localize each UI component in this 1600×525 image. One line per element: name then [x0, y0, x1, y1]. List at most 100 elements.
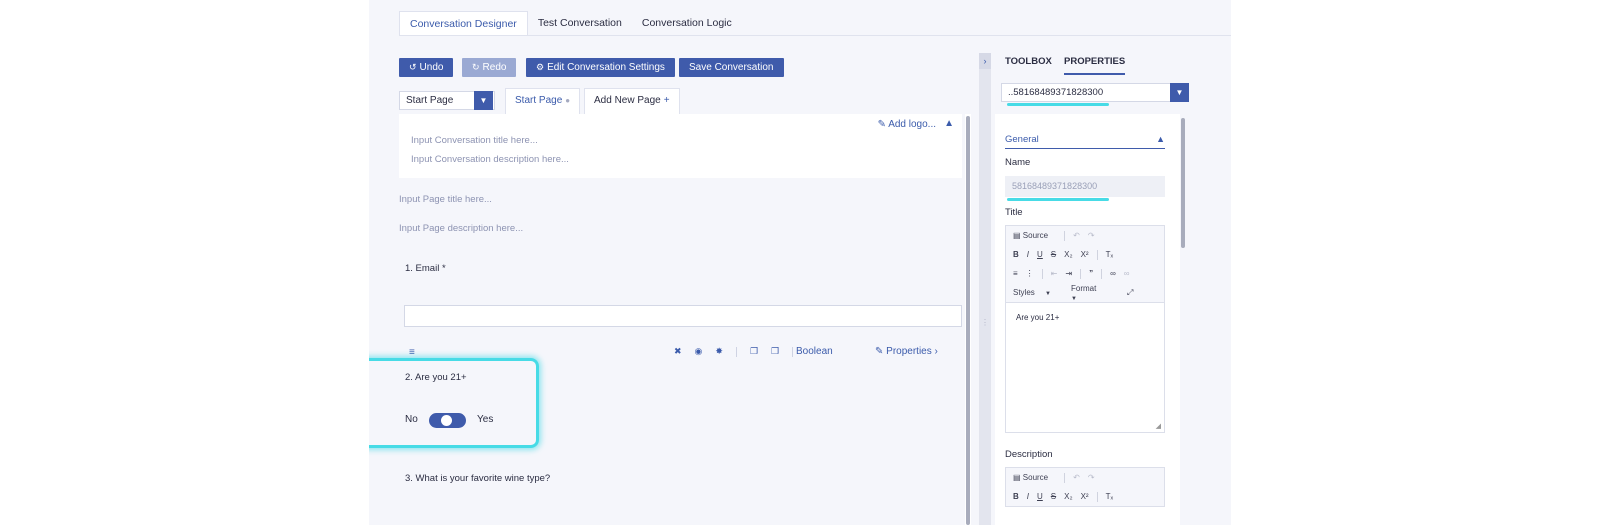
close-icon[interactable]: ● [565, 96, 570, 105]
redo-icon: ↻ [472, 62, 480, 72]
subscript-icon[interactable]: X₂ [1064, 250, 1072, 259]
editor-toolbar-row: Styles ▼ Format ▼ ⤢ [1006, 283, 1164, 302]
main-scrollbar[interactable] [966, 116, 970, 525]
source-button[interactable]: ▤ Source [1013, 231, 1056, 240]
question-properties-button[interactable]: ✎ Properties › [875, 346, 938, 357]
toolbar-divider [1096, 491, 1098, 502]
source-label: Source [1022, 231, 1049, 240]
editor-toolbar-row: ▤ Source ↶ ↷ [1006, 226, 1164, 245]
element-select[interactable]: ..58168489371828300 [1001, 83, 1171, 102]
toolbar-divider [1064, 230, 1066, 241]
title-label: Title [1005, 207, 1023, 218]
section-general-header[interactable]: General ▲ [1005, 134, 1165, 149]
email-field[interactable] [404, 305, 962, 327]
source-button[interactable]: ▤ Source [1013, 473, 1056, 482]
maximize-icon[interactable]: ⤢ [1127, 288, 1133, 298]
eye-icon[interactable]: ◉ [695, 346, 703, 357]
undo-icon[interactable]: ↶ [1073, 231, 1080, 240]
tab-toolbox[interactable]: TOOLBOX [1005, 56, 1052, 73]
redo-button[interactable]: ↻ Redo [462, 58, 517, 77]
section-title: General [1005, 134, 1039, 145]
italic-icon[interactable]: I [1027, 250, 1029, 259]
chevron-down-icon: ▼ [479, 96, 488, 105]
page-description-input[interactable]: Input Page description here... [399, 223, 523, 234]
underline-icon[interactable]: U [1037, 250, 1043, 259]
blockquote-icon[interactable]: ” [1089, 269, 1093, 278]
editor-toolbar-row: B I U S X₂ X² Tₓ [1006, 487, 1164, 506]
name-label: Name [1005, 157, 1031, 168]
undo-icon[interactable]: ↶ [1073, 473, 1080, 482]
styles-select[interactable]: Styles ▼ [1013, 288, 1063, 297]
redo-icon[interactable]: ↷ [1088, 473, 1095, 482]
conversation-designer-app: Conversation Designer Test Conversation … [369, 0, 1231, 525]
drag-handle-icon[interactable]: ≡ [409, 347, 415, 358]
superscript-icon[interactable]: X² [1081, 492, 1089, 501]
numbered-list-icon[interactable]: ≡ [1013, 269, 1018, 278]
pencil-icon: ✎ [877, 119, 886, 130]
chevron-right-icon[interactable]: › [979, 53, 991, 69]
page-tab-label: Start Page [515, 95, 563, 106]
toolbar-divider [1096, 249, 1098, 260]
subscript-icon[interactable]: X₂ [1064, 492, 1072, 501]
add-new-page-tab[interactable]: Add New Page + [584, 88, 680, 114]
underline-icon[interactable]: U [1037, 492, 1043, 501]
duplicate-icon[interactable]: ❒ [771, 346, 779, 357]
edit-conversation-settings-button[interactable]: ⚙ Edit Conversation Settings [526, 58, 675, 77]
title-editor-content[interactable]: Are you 21+ ◢ [1006, 302, 1164, 432]
tab-conversation-designer[interactable]: Conversation Designer [399, 11, 528, 36]
add-logo-label: Add logo... [888, 119, 936, 130]
format-label: Format [1071, 283, 1097, 293]
question-toolbar: ✖ ◉ ✸ ❐ ❒ [674, 346, 806, 357]
bold-icon[interactable]: B [1013, 492, 1019, 501]
save-label: Save Conversation [689, 62, 774, 73]
add-logo-button[interactable]: ✎ Add logo... [878, 119, 936, 130]
name-field-underline [1007, 198, 1109, 201]
question-2-label: 2. Are you 21+ [405, 372, 467, 383]
boolean-toggle[interactable] [429, 413, 466, 428]
source-label: Source [1022, 473, 1049, 482]
tab-properties[interactable]: PROPERTIES [1064, 56, 1126, 75]
superscript-icon[interactable]: X² [1081, 250, 1089, 259]
resize-grip-icon[interactable]: ◢ [1156, 422, 1161, 430]
toolbar-divider [1041, 268, 1043, 279]
element-select-dropdown[interactable]: ▼ [1170, 83, 1189, 102]
copy-icon[interactable]: ❐ [750, 346, 758, 357]
page-title-input[interactable]: Input Page title here... [399, 194, 492, 205]
top-divider [399, 35, 1231, 36]
panel-splitter[interactable] [979, 53, 991, 525]
unlink-icon[interactable]: ∞ [1124, 269, 1130, 278]
tab-test-conversation[interactable]: Test Conversation [528, 11, 632, 36]
question-type-select[interactable]: Boolean [796, 346, 833, 357]
strikethrough-icon[interactable]: S [1051, 250, 1056, 259]
italic-icon[interactable]: I [1027, 492, 1029, 501]
plus-icon: + [663, 95, 670, 106]
remove-icon[interactable]: ✖ [674, 346, 682, 357]
page-select-dropdown[interactable]: ▼ [474, 91, 493, 110]
name-field[interactable]: 58168489371828300 [1005, 176, 1165, 197]
strikethrough-icon[interactable]: S [1051, 492, 1056, 501]
wand-icon[interactable]: ✸ [715, 346, 723, 357]
page-tab-start-page[interactable]: Start Page ● [505, 88, 581, 114]
bold-icon[interactable]: B [1013, 250, 1019, 259]
save-conversation-button[interactable]: Save Conversation [679, 58, 784, 77]
properties-panel: General ▲ Name 58168489371828300 Title ▤… [995, 114, 1180, 525]
undo-button[interactable]: ↺ Undo [399, 58, 454, 77]
outdent-icon[interactable]: ⇤ [1051, 269, 1058, 278]
chevron-down-icon: ▼ [1071, 295, 1077, 302]
splitter-grip-icon: ⋮ [981, 318, 989, 327]
chevron-right-icon: › [934, 346, 938, 357]
toolbar-divider [1064, 472, 1066, 483]
bulleted-list-icon[interactable]: ⋮ [1026, 269, 1034, 278]
format-select[interactable]: Format ▼ [1071, 284, 1119, 302]
properties-scrollbar[interactable] [1181, 118, 1185, 248]
conversation-title-input[interactable]: Input Conversation title here... [411, 135, 538, 146]
remove-format-icon[interactable]: Tₓ [1106, 250, 1114, 259]
tab-conversation-logic[interactable]: Conversation Logic [632, 11, 742, 36]
conversation-description-input[interactable]: Input Conversation description here... [411, 154, 569, 165]
redo-icon[interactable]: ↷ [1088, 231, 1095, 240]
editor-toolbar-row: ▤ Source ↶ ↷ [1006, 468, 1164, 487]
link-icon[interactable]: ∞ [1110, 269, 1116, 278]
chevron-up-icon[interactable]: ▲ [944, 118, 954, 129]
indent-icon[interactable]: ⇥ [1065, 269, 1072, 278]
remove-format-icon[interactable]: Tₓ [1106, 492, 1114, 501]
